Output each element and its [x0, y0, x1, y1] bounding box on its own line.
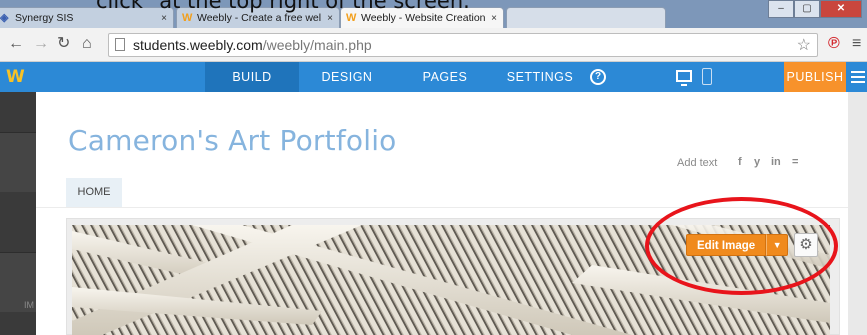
facebook-icon[interactable]: f — [738, 156, 742, 168]
mobile-preview-icon[interactable] — [702, 68, 712, 85]
weebly-icon: W — [346, 12, 357, 24]
hamburger-menu-icon[interactable] — [851, 71, 865, 86]
tab-title: Weebly - Create a free wel — [197, 12, 322, 24]
annotation-highlight-circle — [645, 197, 838, 295]
page-icon — [115, 38, 125, 51]
publish-button[interactable]: PUBLISH — [784, 62, 846, 92]
weebly-top-bar: W BUILD DESIGN PAGES SETTINGS ? PUBLISH — [0, 62, 867, 92]
instruction-caption: click "at the top right of the screen. — [96, 0, 470, 13]
maximize-button[interactable]: ▢ — [794, 0, 820, 18]
forward-arrow-icon[interactable]: → — [33, 35, 49, 53]
tab-build[interactable]: BUILD — [205, 62, 299, 92]
home-icon[interactable]: ⌂ — [82, 35, 92, 53]
linkedin-icon[interactable]: in — [771, 156, 781, 168]
pinterest-icon[interactable]: ℗ — [828, 35, 840, 53]
url-text: students.weebly.com/weebly/main.php — [133, 37, 372, 53]
site-title[interactable]: Cameron's Art Portfolio — [68, 124, 397, 157]
close-icon[interactable]: × — [491, 8, 497, 28]
help-icon[interactable]: ? — [590, 69, 606, 85]
synergy-icon: ◈ — [0, 12, 9, 24]
tab-title: Synergy SIS — [15, 12, 74, 24]
add-text-placeholder[interactable]: Add text — [677, 157, 717, 169]
tab-design[interactable]: DESIGN — [299, 62, 395, 92]
bookmark-star-icon[interactable]: ☆ — [797, 35, 811, 55]
address-bar[interactable]: students.weebly.com/weebly/main.php ☆ — [108, 33, 818, 57]
close-window-button[interactable]: ✕ — [820, 0, 862, 18]
back-arrow-icon[interactable]: ← — [8, 35, 24, 53]
screenshot-root: click "at the top right of the screen. ◈… — [0, 0, 867, 335]
editor-scroll-gutter — [848, 92, 867, 335]
window-controls: – ▢ ✕ — [768, 0, 862, 18]
elements-panel: IM — [0, 92, 36, 335]
panel-element[interactable] — [0, 132, 36, 192]
browser-tab-blurred[interactable] — [506, 7, 666, 28]
chrome-menu-icon[interactable]: ≡ — [852, 35, 861, 53]
twitter-icon[interactable]: y — [754, 156, 760, 168]
nav-item-home[interactable]: HOME — [66, 178, 122, 207]
desktop-preview-icon[interactable] — [676, 70, 692, 86]
email-icon[interactable]: = — [792, 156, 798, 168]
tab-title: Weebly - Website Creation — [361, 12, 486, 24]
tab-settings[interactable]: SETTINGS — [495, 62, 585, 92]
minimize-button[interactable]: – — [768, 0, 794, 18]
reload-icon[interactable]: ↻ — [57, 35, 70, 53]
tab-pages[interactable]: PAGES — [395, 62, 495, 92]
panel-element-label: IM — [24, 300, 34, 310]
weebly-icon: W — [182, 12, 193, 24]
browser-toolbar: ← → ↻ ⌂ students.weebly.com/weebly/main.… — [0, 28, 867, 62]
weebly-logo-icon[interactable]: W — [6, 67, 25, 87]
